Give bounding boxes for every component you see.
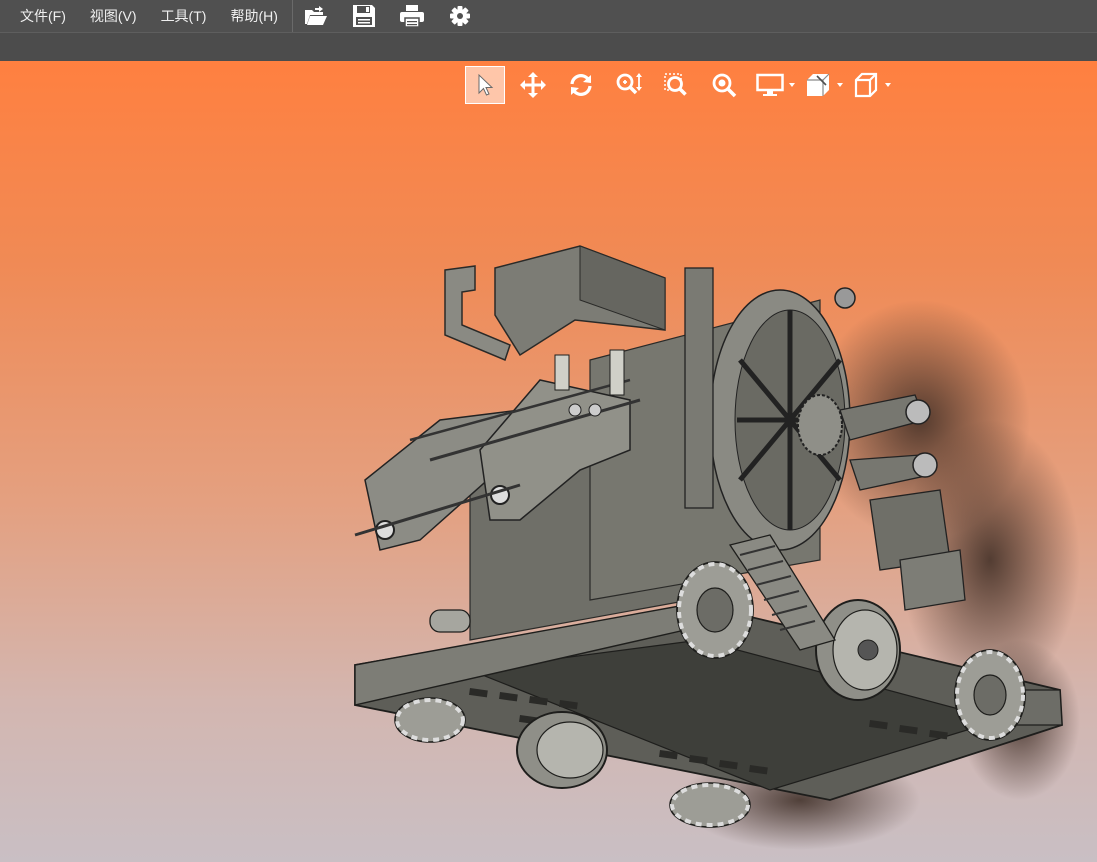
menu-separator [291,0,293,32]
menu-view[interactable]: 视图(V) [78,5,149,27]
mecanum-wheel [676,561,754,659]
print-icon [399,5,424,28]
mecanum-wheel [394,697,466,743]
open-folder-icon [304,6,327,25]
omni-wheel [815,599,901,701]
mecanum-wheel [669,782,751,828]
mecanum-wheel [954,649,1026,741]
3d-viewport[interactable] [0,61,1097,862]
launcher-wheel [709,287,856,551]
open-button[interactable] [299,1,333,31]
save-button[interactable] [347,1,381,31]
menu-bar: 文件(F) 视图(V) 工具(T) 帮助(H) [0,0,1097,33]
omni-wheel [516,711,608,789]
print-button[interactable] [395,1,429,31]
menu-tools[interactable]: 工具(T) [149,5,219,27]
robot-3d-model[interactable] [0,61,1097,862]
settings-gear-icon [449,6,470,26]
save-icon [352,5,375,27]
settings-button[interactable] [443,1,477,31]
menu-help[interactable]: 帮助(H) [218,5,289,27]
secondary-toolbar [0,33,1097,61]
menu-file[interactable]: 文件(F) [0,5,78,27]
